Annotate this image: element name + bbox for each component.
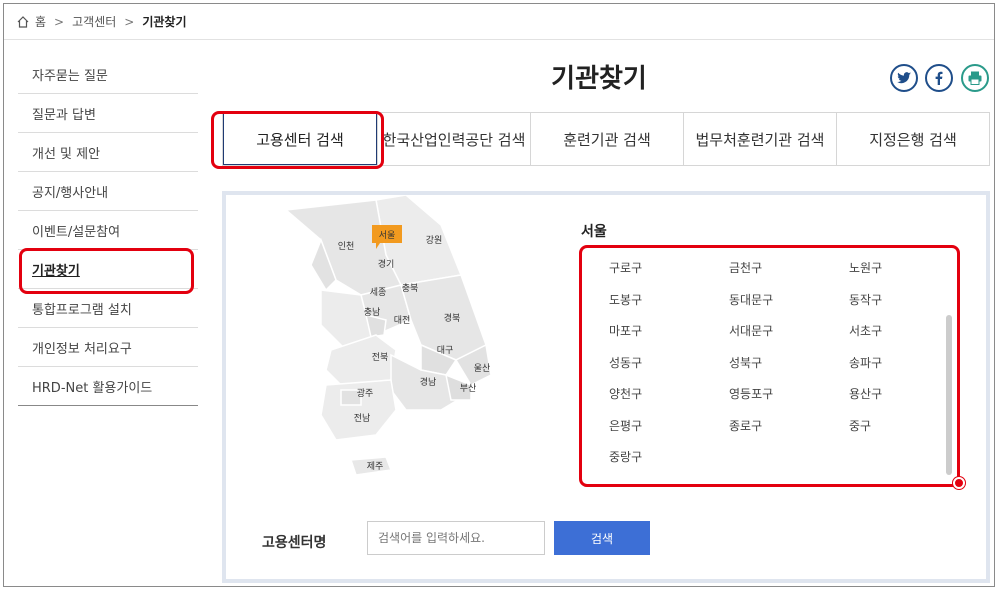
- sidebar-item-privacy-request[interactable]: 개인정보 처리요구: [18, 328, 198, 367]
- breadcrumb-parent[interactable]: 고객센터: [72, 13, 116, 30]
- breadcrumb-home[interactable]: 홈: [35, 13, 46, 30]
- breadcrumb-separator: >: [54, 14, 65, 29]
- tab-justice-training[interactable]: 법무처훈련기관 검색: [683, 113, 836, 165]
- tab-designated-bank[interactable]: 지정은행 검색: [836, 113, 989, 165]
- map-label-chungnam: 충남: [364, 307, 381, 318]
- print-button[interactable]: [961, 64, 989, 92]
- breadcrumb-current: 기관찾기: [142, 15, 187, 29]
- breadcrumb: 홈 > 고객센터 > 기관찾기: [4, 4, 994, 40]
- facebook-icon: [935, 71, 943, 85]
- highlight-box-tab: [211, 111, 384, 169]
- highlight-box-sidebar: [19, 248, 194, 294]
- sidebar-item-label: 질문과 답변: [32, 107, 96, 123]
- map-label-gyeongnam: 경남: [420, 376, 437, 388]
- highlight-resize-handle: [953, 477, 965, 489]
- sidebar-item-label: 개인정보 처리요구: [32, 341, 132, 357]
- korea-map: 서울 인천 강원 경기 세종 충북 충남 대전 경북 대구 전북 울산 경남 부…: [284, 195, 492, 476]
- tab-training-institution[interactable]: 훈련기관 검색: [530, 113, 683, 165]
- map-label-gyeongbuk: 경북: [444, 312, 461, 324]
- home-icon[interactable]: [16, 15, 30, 29]
- search-input[interactable]: [367, 521, 545, 555]
- tab-hrdkorea[interactable]: 한국산업인력공단 검색: [377, 113, 530, 165]
- region-title: 서울: [581, 224, 607, 240]
- sidebar-item-guide[interactable]: HRD-Net 활용가이드: [18, 367, 198, 406]
- sidebar-item-label: 개선 및 제안: [32, 146, 101, 162]
- sidebar-item-label: 공지/행사안내: [32, 185, 109, 201]
- sidebar-item-event[interactable]: 이벤트/설문참여: [18, 211, 198, 250]
- twitter-share-button[interactable]: [890, 64, 918, 92]
- sidebar-item-suggestion[interactable]: 개선 및 제안: [18, 133, 198, 172]
- sidebar: 자주묻는 질문 질문과 답변 개선 및 제안 공지/행사안내 이벤트/설문참여 …: [18, 55, 198, 406]
- sidebar-item-label: 자주묻는 질문: [32, 68, 108, 84]
- search-panel: 서울 인천 강원 경기 세종 충북 충남 대전 경북 대구 전북 울산 경남 부…: [222, 191, 990, 583]
- map-label-chungbuk: 충북: [402, 283, 419, 294]
- page-frame: 홈 > 고객센터 > 기관찾기 자주묻는 질문 질문과 답변 개선 및 제안 공…: [3, 3, 995, 587]
- map-label-jeju: 제주: [367, 461, 384, 472]
- search-button[interactable]: 검색: [554, 521, 650, 555]
- sidebar-item-notice[interactable]: 공지/행사안내: [18, 172, 198, 211]
- sidebar-item-qna[interactable]: 질문과 답변: [18, 94, 198, 133]
- map-label-jeonbuk: 전북: [372, 352, 389, 363]
- print-icon: [968, 71, 982, 85]
- map-label-daegu: 대구: [437, 345, 454, 356]
- map-label-jeonnam: 전남: [354, 413, 371, 424]
- sidebar-item-faq[interactable]: 자주묻는 질문: [18, 55, 198, 94]
- map-label-sejong: 세종: [370, 287, 387, 298]
- page-title: 기관찾기: [551, 64, 647, 94]
- highlight-box-district-list: [579, 245, 960, 487]
- map-label-gwangju: 광주: [357, 387, 374, 399]
- map-label-seoul: 서울: [379, 230, 396, 241]
- sidebar-item-label: HRD-Net 활용가이드: [32, 380, 153, 396]
- map-label-incheon: 인천: [338, 241, 355, 252]
- twitter-icon: [897, 72, 911, 84]
- map-label-gangwon: 강원: [426, 235, 443, 246]
- breadcrumb-separator: >: [124, 14, 135, 29]
- map-label-ulsan: 울산: [474, 363, 491, 374]
- map-label-busan: 부산: [460, 383, 477, 394]
- map-label-daejeon: 대전: [394, 315, 411, 326]
- sidebar-item-label: 이벤트/설문참여: [32, 224, 121, 240]
- map-label-gyeonggi: 경기: [378, 258, 395, 270]
- sidebar-item-label: 통합프로그램 설치: [32, 302, 132, 318]
- search-label: 고용센터명: [262, 535, 327, 551]
- sidebar-item-program-install[interactable]: 통합프로그램 설치: [18, 289, 198, 328]
- facebook-share-button[interactable]: [925, 64, 953, 92]
